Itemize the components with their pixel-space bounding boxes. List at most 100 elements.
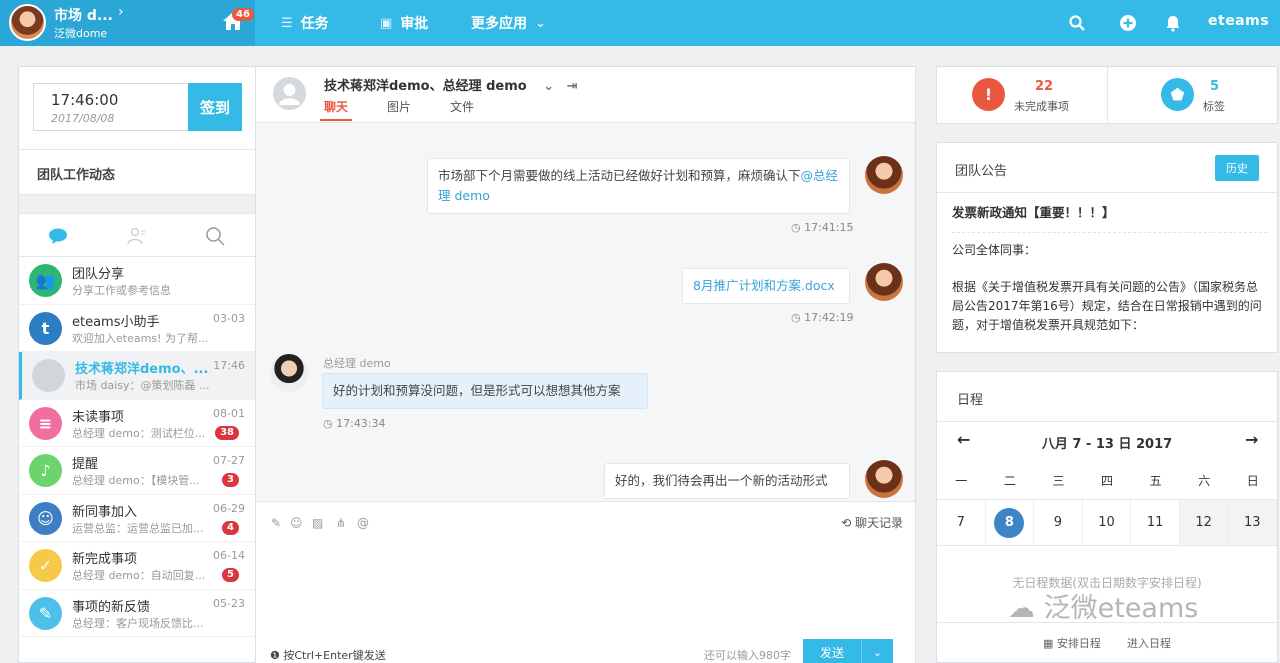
notice-body[interactable]: 发票新政通知【重要！！！】 公司全体同事： 根据《关于增值税发票开具有关问题的公… [952, 203, 1267, 335]
conversation-title: eteams小助手 [72, 314, 160, 330]
emoji-icon[interactable]: ☺ [290, 516, 303, 530]
tag-count[interactable]: 5 [1210, 79, 1219, 94]
day-row: 7 8 9 10 11 12 13 [937, 500, 1278, 546]
weekday-label: 四 [1101, 474, 1114, 488]
list-item[interactable]: ≡ 未读事项 总经理 demo：测试栏位... 08-01 38 [19, 400, 255, 447]
weekday-row: 一二三四五六日 [937, 462, 1277, 500]
message-text: 好的，我们待会再出一个新的活动形式 [615, 473, 828, 488]
image-icon[interactable]: ▨ [312, 516, 323, 530]
chevron-down-icon: ⌄ [535, 15, 546, 31]
send-label: 发送 [819, 646, 844, 660]
enter-schedule-link[interactable]: 进入日程 [1127, 635, 1171, 651]
arrange-schedule-link[interactable]: ▦ 安排日程 [1043, 635, 1101, 651]
file-attachment[interactable]: 8月推广计划和方案.docx [682, 268, 850, 304]
tab-files[interactable]: 文件 [450, 98, 474, 115]
unread-badge: 4 [222, 520, 239, 535]
tab-chat[interactable]: 聊天 [320, 98, 353, 121]
message-composer[interactable]: ✎ ☺ ▨ ⋔ @ ⟲ 聊天记录 ❶ 按Ctrl+Enter键发送 还可以输入9… [256, 501, 915, 663]
chevron-down-icon[interactable]: ⌄ [543, 79, 554, 94]
arrow-right-icon[interactable]: → [1245, 430, 1258, 449]
conversation-date: 08-01 [213, 406, 245, 420]
list-item[interactable]: 技术蒋郑洋demo、... 市场 daisy：@策划陈磊 ... 17:46 [19, 352, 255, 400]
history-button[interactable]: 历史 [1215, 155, 1259, 181]
team-dynamics-link[interactable]: 团队工作动态 [19, 149, 255, 195]
attachment-icon[interactable]: ✎ [271, 516, 281, 530]
chat-title[interactable]: 技术蒋郑洋demo、总经理 demo ⌄ ⇥ [324, 75, 578, 94]
bell-icon[interactable] [1164, 14, 1182, 32]
unfinished-count[interactable]: 22 [1035, 79, 1053, 94]
search-icon[interactable] [205, 226, 225, 246]
conversation-preview: 总经理 demo：【模块管... [72, 474, 200, 487]
day-cell[interactable]: 7 [937, 500, 986, 545]
history-icon: ⟲ [841, 516, 852, 530]
conversation-avatar: ♪ [29, 454, 62, 487]
alert-icon[interactable]: ! [972, 78, 1005, 111]
contacts-icon[interactable] [126, 226, 146, 246]
day-number: 12 [1195, 515, 1212, 530]
tab-images[interactable]: 图片 [387, 98, 411, 115]
chevron-right-icon[interactable]: › [118, 4, 124, 20]
user-placeholder-icon [279, 84, 300, 105]
user-avatar[interactable] [9, 4, 46, 41]
nav-tasks-label: 任务 [300, 16, 329, 32]
signin-button[interactable]: 签到 [188, 83, 242, 131]
conversation-avatar: 👥 [29, 264, 62, 297]
brand-logo[interactable]: eteams [1208, 13, 1269, 29]
day-cell[interactable]: 10 [1083, 500, 1132, 545]
avatar[interactable] [270, 354, 308, 392]
send-button[interactable]: 发送 ⌄ [803, 639, 893, 663]
list-item[interactable]: 👥 团队分享 分享工作或参考信息 [19, 257, 255, 305]
message-time: ◷ 17:43:34 [323, 417, 386, 430]
notice-header: 团队公告 历史 [937, 143, 1277, 193]
list-item[interactable]: ✓ 新完成事项 总经理 demo：自动回复... 06-14 5 [19, 542, 255, 590]
day-number: 7 [956, 515, 965, 530]
exit-icon[interactable]: ⇥ [567, 79, 578, 94]
list-item[interactable]: t eteams小助手 欢迎加入eteams! 为了帮... 03-03 [19, 305, 255, 352]
list-item[interactable]: ☺ 新同事加入 运营总监：运营总监已加... 06-29 4 [19, 495, 255, 542]
avatar[interactable] [865, 156, 903, 194]
nav-approval[interactable]: ▣ 审批 [380, 13, 428, 33]
watermark-text: 泛微eteams [1043, 593, 1199, 624]
day-cell[interactable]: 9 [1034, 500, 1083, 545]
mention-icon[interactable]: @ [357, 516, 369, 530]
section-gap [19, 195, 255, 213]
nav-tasks[interactable]: ☰ 任务 [281, 13, 329, 33]
unread-badge: 5 [222, 568, 239, 582]
list-item[interactable]: ♪ 提醒 总经理 demo：【模块管... 07-27 3 [19, 447, 255, 495]
nav-approval-label: 审批 [400, 16, 429, 32]
add-icon[interactable] [1119, 14, 1137, 32]
conversation-preview: 市场 daisy：@策划陈磊 ... [75, 379, 210, 392]
avatar[interactable] [865, 263, 903, 301]
nav-more-apps[interactable]: 更多应用 ⌄ [471, 13, 546, 33]
top-bar: 市场 d... › 泛微dome 46 ☰ 任务 ▣ 审批 更多应用 ⌄ ete… [0, 0, 1280, 46]
day-cell[interactable]: 13 [1228, 500, 1278, 545]
user-switcher[interactable]: 市场 d... › 泛微dome 46 [0, 0, 255, 46]
schedule-header: 日程 [937, 372, 1277, 422]
weekday-label: 二 [1003, 474, 1016, 488]
message-bubble: 好的，我们待会再出一个新的活动形式 [604, 463, 850, 499]
conversation-avatar: ≡ [29, 406, 62, 440]
left-tabs [19, 213, 255, 257]
search-icon[interactable] [1068, 14, 1086, 32]
weekday-label: 五 [1149, 474, 1162, 488]
day-cell[interactable]: 11 [1131, 500, 1180, 545]
chat-log-label: 聊天记录 [854, 516, 903, 530]
share-icon[interactable]: ⋔ [336, 516, 346, 530]
chat-bubble-icon[interactable] [48, 226, 68, 246]
tag-icon[interactable]: ⬟ [1161, 78, 1194, 111]
avatar[interactable] [865, 460, 903, 498]
list-item[interactable]: ✎ 事项的新反馈 总经理：客户现场反馈比... 05-23 [19, 590, 255, 637]
stats-panel: ! 22 未完成事项 ⬟ 5 标签 [936, 66, 1278, 124]
notice-title[interactable]: 发票新政通知【重要！！！】 [952, 203, 1267, 222]
message-bubble: 好的计划和预算没问题，但是形式可以想想其他方案 [322, 373, 648, 409]
message-time: ◷ 17:41:15 [791, 221, 854, 234]
chat-log-link[interactable]: ⟲ 聊天记录 [841, 514, 903, 531]
day-cell-today[interactable]: 8 [986, 500, 1035, 545]
file-link[interactable]: 8月推广计划和方案.docx [693, 278, 835, 293]
info-icon: ❶ [270, 649, 280, 662]
day-cell[interactable]: 12 [1179, 500, 1229, 545]
unread-badge: 3 [222, 473, 239, 487]
group-avatar [273, 77, 306, 110]
chevron-down-icon[interactable]: ⌄ [861, 639, 893, 663]
message-text: 市场部下个月需要做的线上活动已经做好计划和预算，麻烦确认下 [438, 168, 801, 183]
